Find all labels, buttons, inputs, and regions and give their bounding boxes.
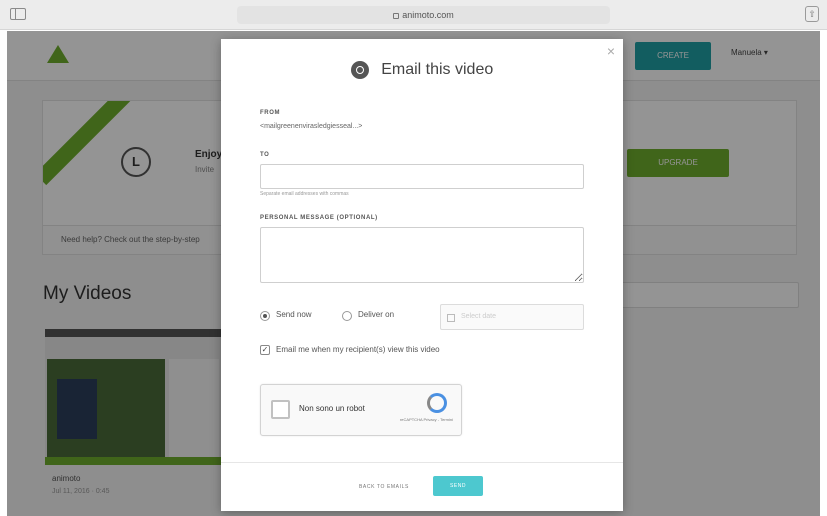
delivery-options: Send now Deliver on Select date xyxy=(260,304,584,330)
lock-icon xyxy=(393,12,400,19)
recaptcha-logo-icon xyxy=(427,393,447,413)
from-value: <mailgreenenvirasledgiesseal...> xyxy=(260,123,363,130)
sidebar-toggle-icon[interactable] xyxy=(10,8,26,20)
send-button[interactable]: SEND xyxy=(433,476,483,496)
delivery-date-input[interactable]: Select date xyxy=(440,304,584,330)
address-bar[interactable]: animoto.com xyxy=(237,6,610,24)
share-icon[interactable]: ⇧ xyxy=(805,6,819,22)
date-placeholder: Select date xyxy=(461,313,497,320)
back-to-emails-link[interactable]: BACK TO EMAILS xyxy=(359,484,409,490)
dialog-header: Email this video xyxy=(221,61,623,79)
recaptcha-brand[interactable]: reCAPTCHA Privacy - Termini xyxy=(400,417,453,422)
calendar-icon xyxy=(447,314,455,322)
notify-checkbox[interactable]: ✓ xyxy=(260,345,270,355)
send-now-label[interactable]: Send now xyxy=(276,310,312,319)
camera-icon xyxy=(350,61,369,79)
email-video-dialog: × Email this video FROM <mailgreenenvira… xyxy=(221,39,623,511)
to-label: TO xyxy=(260,152,270,158)
deliver-on-label[interactable]: Deliver on xyxy=(358,310,394,319)
dialog-title: Email this video xyxy=(381,61,494,78)
recaptcha-widget: Non sono un robot reCAPTCHA Privacy - Te… xyxy=(260,384,462,436)
recaptcha-checkbox[interactable] xyxy=(271,400,290,419)
from-label: FROM xyxy=(260,110,281,116)
recaptcha-label: Non sono un robot xyxy=(299,404,365,413)
to-email-input[interactable] xyxy=(260,164,584,189)
close-icon[interactable]: × xyxy=(607,43,615,59)
to-help-text: Separate email addresses with commas xyxy=(260,191,349,197)
deliver-on-radio[interactable] xyxy=(342,311,352,321)
dialog-footer: BACK TO EMAILS SEND xyxy=(221,462,623,511)
url-text: animoto.com xyxy=(402,10,454,20)
message-label: PERSONAL MESSAGE (OPTIONAL) xyxy=(260,215,378,221)
browser-toolbar: animoto.com ⇧ xyxy=(0,0,827,30)
notify-label[interactable]: Email me when my recipient(s) view this … xyxy=(276,345,440,354)
personal-message-input[interactable] xyxy=(260,227,584,283)
send-now-radio[interactable] xyxy=(260,311,270,321)
